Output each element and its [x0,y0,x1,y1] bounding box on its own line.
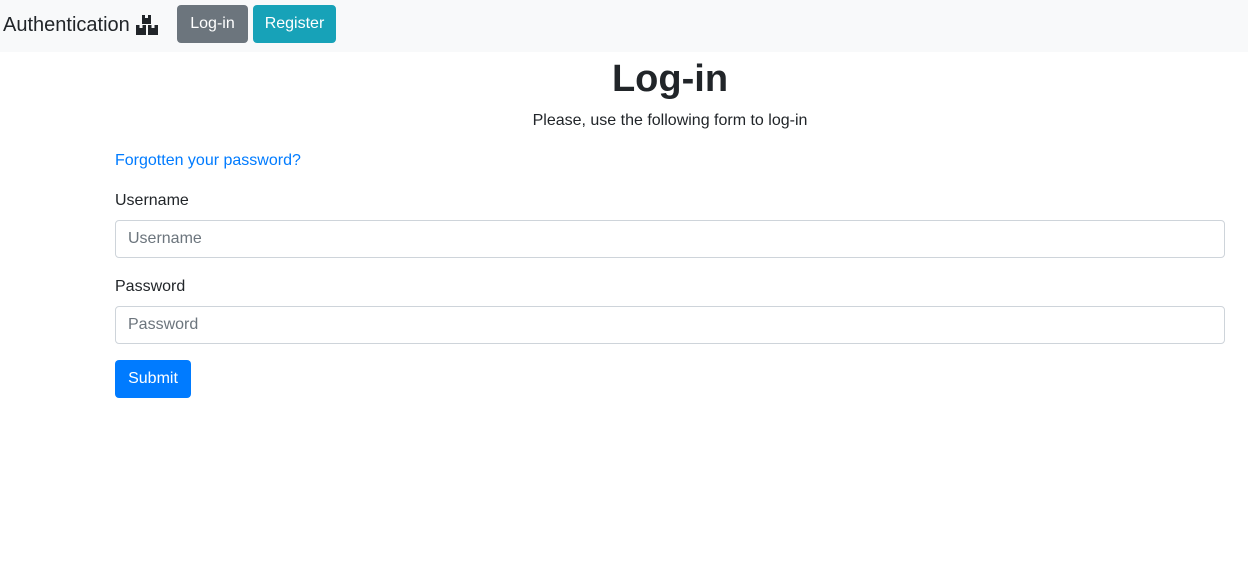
page-title: Log-in [611,58,729,100]
username-label: Username [115,192,189,209]
brand-title[interactable]: Authentication [3,14,130,37]
register-nav-button[interactable]: Register [253,5,336,43]
page-subtitle: Please, use the following form to log-in [532,112,808,129]
boxes-icon [135,14,159,36]
forgot-password-link[interactable]: Forgotten your password? [115,150,301,172]
password-label: Password [115,278,186,295]
login-nav-button[interactable]: Log-in [177,5,248,43]
navbar: Authentication Log-in Register [0,0,1248,52]
submit-button[interactable]: Submit [115,360,191,398]
brand[interactable]: Authentication [3,12,159,38]
password-input[interactable] [115,306,1225,344]
username-input[interactable] [115,220,1225,258]
